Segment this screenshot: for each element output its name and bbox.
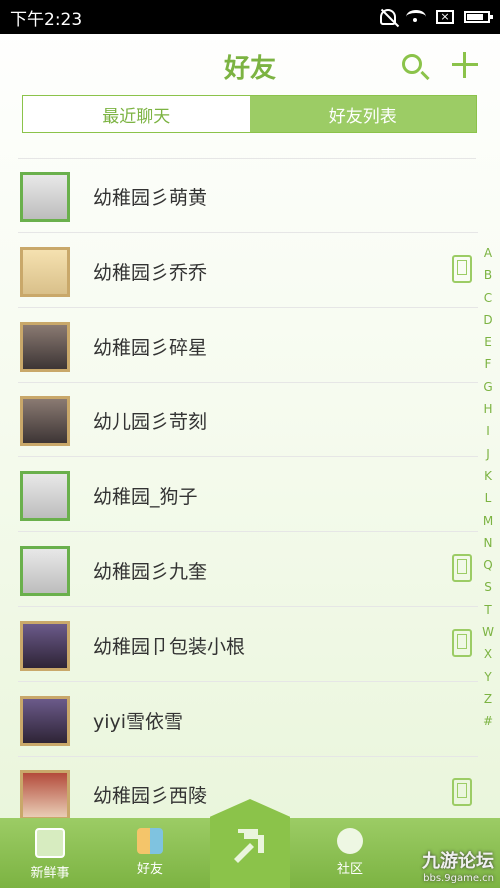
header: 好友 — [0, 34, 500, 96]
index-letter[interactable]: B — [480, 264, 496, 286]
search-icon[interactable] — [402, 54, 422, 74]
friend-row[interactable]: 幼稚园卩包装小根 — [0, 608, 478, 682]
index-letter[interactable]: W — [480, 621, 496, 643]
add-friend-icon[interactable] — [452, 52, 478, 78]
avatar[interactable] — [20, 471, 70, 522]
news-icon — [35, 828, 65, 858]
mobile-device-icon — [452, 778, 472, 807]
no-sim-icon: × — [436, 10, 454, 24]
tab-recent-chats[interactable]: 最近聊天 — [23, 96, 250, 132]
index-letter[interactable]: T — [480, 599, 496, 621]
nav-friends[interactable]: 好友 — [105, 818, 195, 888]
index-letter[interactable]: K — [480, 465, 496, 487]
center-play-button[interactable] — [210, 799, 290, 888]
page-title: 好友 — [223, 54, 276, 84]
index-letter[interactable]: J — [480, 443, 496, 465]
friend-row[interactable]: 幼稚园彡九奎 — [0, 533, 478, 607]
index-letter[interactable]: Y — [480, 666, 496, 688]
index-letter[interactable]: D — [480, 309, 496, 331]
alphabet-index[interactable]: A B C D E F G H I J K L M N Q S T W X Y Z # — [480, 242, 496, 733]
mobile-device-icon — [452, 628, 472, 657]
avatar[interactable] — [20, 770, 70, 821]
friend-row[interactable]: 幼儿园彡苛刻 — [0, 383, 478, 458]
index-letter[interactable]: Q — [480, 554, 496, 576]
avatar[interactable] — [20, 695, 70, 746]
tab-bar: 最近聊天 好友列表 — [22, 95, 477, 133]
friend-name: 幼稚园彡乔乔 — [93, 261, 208, 284]
status-bar: 下午2:23 × — [0, 0, 500, 34]
index-letter[interactable]: # — [480, 710, 496, 732]
tab-friend-list[interactable]: 好友列表 — [249, 96, 476, 132]
wifi-icon — [406, 10, 426, 24]
mobile-device-icon — [452, 554, 472, 582]
index-letter[interactable]: G — [480, 376, 496, 398]
friend-name: 幼儿园彡苛刻 — [93, 411, 208, 434]
avatar[interactable] — [20, 321, 70, 372]
friend-row[interactable]: 幼稚园_狗子 — [0, 458, 478, 533]
friend-row[interactable]: 幼稚园彡乔乔 — [0, 234, 478, 308]
index-letter[interactable]: A — [480, 242, 496, 264]
friend-name: 幼稚园彡碎星 — [93, 336, 208, 359]
index-letter[interactable]: S — [480, 576, 496, 598]
battery-icon — [464, 11, 493, 23]
index-letter[interactable]: F — [480, 353, 496, 375]
nav-news[interactable]: 新鲜事 — [5, 818, 95, 888]
nav-community[interactable]: 社区 — [305, 818, 395, 888]
index-letter[interactable]: E — [480, 331, 496, 353]
index-letter[interactable]: Z — [480, 688, 496, 710]
community-icon — [337, 828, 363, 854]
friend-name: 幼稚园彡西陵 — [93, 785, 208, 808]
friend-name: 幼稚园彡萌黄 — [93, 187, 208, 209]
status-time: 下午2:23 — [10, 9, 83, 30]
status-icons: × — [380, 9, 493, 25]
friend-name: 幼稚园彡九奎 — [93, 561, 208, 583]
friends-icon — [137, 828, 163, 854]
index-letter[interactable]: M — [480, 510, 496, 532]
friend-row[interactable]: 幼稚园彡碎星 — [0, 309, 478, 383]
avatar[interactable] — [20, 396, 70, 447]
friend-row[interactable]: yiyi雪依雪 — [0, 683, 478, 757]
friend-row[interactable]: 幼稚园彡萌黄 — [0, 159, 478, 233]
friend-name: 幼稚园_狗子 — [93, 486, 198, 509]
watermark: 九游论坛 bbs.9game.cn — [422, 851, 494, 884]
index-letter[interactable]: C — [480, 287, 496, 309]
friend-name: 幼稚园卩包装小根 — [93, 635, 246, 658]
avatar[interactable] — [20, 620, 70, 671]
avatar[interactable] — [20, 546, 70, 596]
index-letter[interactable]: H — [480, 398, 496, 420]
friend-name: yiyi雪依雪 — [93, 710, 184, 733]
avatar[interactable] — [20, 172, 70, 222]
index-letter[interactable]: L — [480, 487, 496, 509]
pickaxe-icon — [234, 829, 264, 863]
avatar[interactable] — [20, 246, 70, 297]
index-letter[interactable]: I — [480, 420, 496, 442]
mobile-device-icon — [452, 254, 472, 283]
mute-icon — [380, 9, 396, 25]
index-letter[interactable]: N — [480, 532, 496, 554]
index-letter[interactable]: X — [480, 643, 496, 665]
